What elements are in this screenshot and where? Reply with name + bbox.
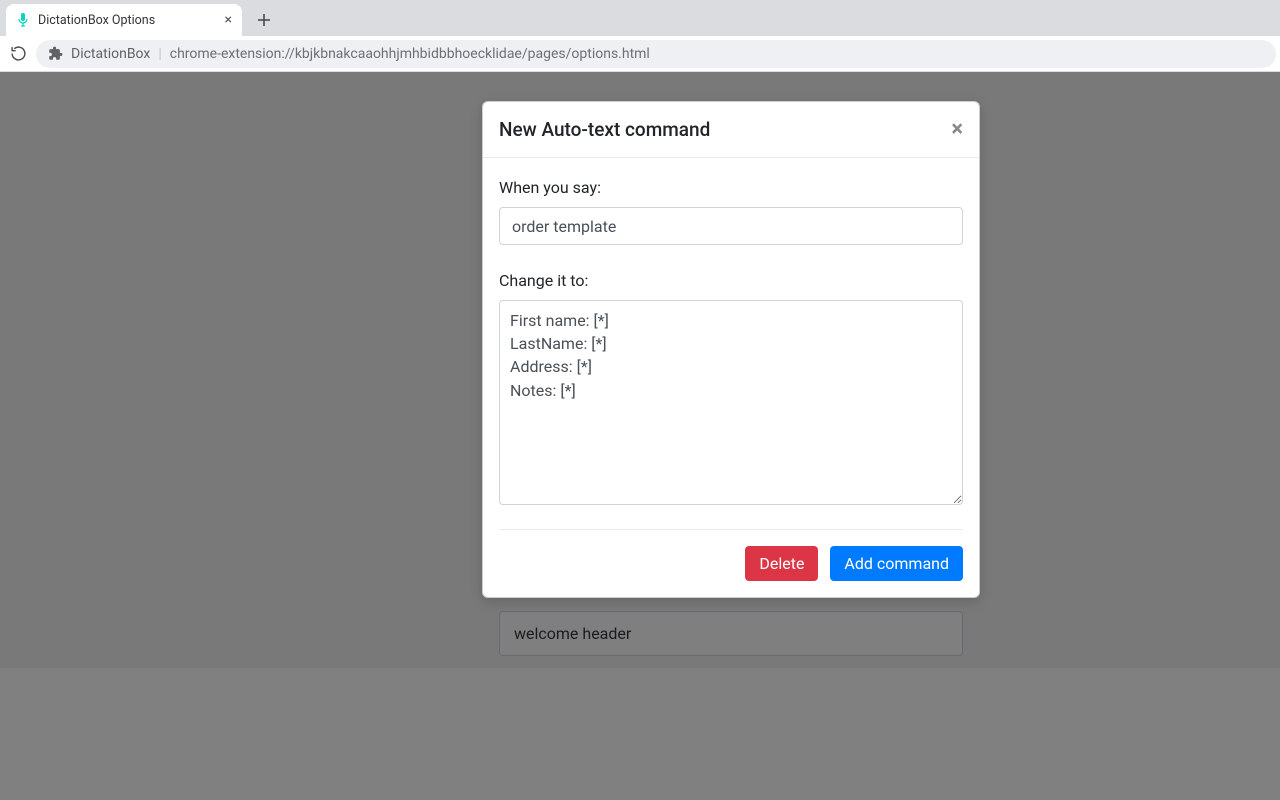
address-extension-name: DictationBox	[71, 46, 150, 62]
page-content: welcome header New Auto-text command × W…	[0, 72, 1280, 800]
tab-strip: DictationBox Options ×	[0, 0, 1280, 36]
add-command-button[interactable]: Add command	[830, 546, 963, 581]
address-separator: |	[158, 46, 161, 62]
browser-tab[interactable]: DictationBox Options ×	[6, 4, 242, 36]
new-tab-button[interactable]	[250, 6, 278, 34]
new-autotext-modal: New Auto-text command × When you say: Ch…	[482, 101, 980, 598]
tab-title: DictationBox Options	[38, 13, 155, 28]
when-you-say-label: When you say:	[499, 178, 963, 197]
modal-header: New Auto-text command ×	[483, 102, 979, 158]
toolbar: DictationBox | chrome-extension://kbjkbn…	[0, 36, 1280, 72]
extension-icon	[48, 46, 63, 61]
modal-footer: Delete Add command	[483, 530, 979, 597]
microphone-icon	[16, 13, 30, 27]
when-you-say-input[interactable]	[499, 207, 963, 245]
close-icon[interactable]: ×	[951, 119, 963, 141]
reload-button[interactable]	[6, 42, 30, 66]
change-it-to-textarea[interactable]	[499, 300, 963, 505]
modal-title: New Auto-text command	[499, 118, 710, 141]
change-it-to-label: Change it to:	[499, 271, 963, 290]
delete-button[interactable]: Delete	[745, 546, 818, 581]
address-bar[interactable]: DictationBox | chrome-extension://kbjkbn…	[36, 40, 1276, 68]
address-url: chrome-extension://kbjkbnakcaaohhjmhbidb…	[170, 46, 650, 62]
close-tab-icon[interactable]: ×	[225, 13, 232, 27]
modal-body: When you say: Change it to:	[483, 158, 979, 525]
